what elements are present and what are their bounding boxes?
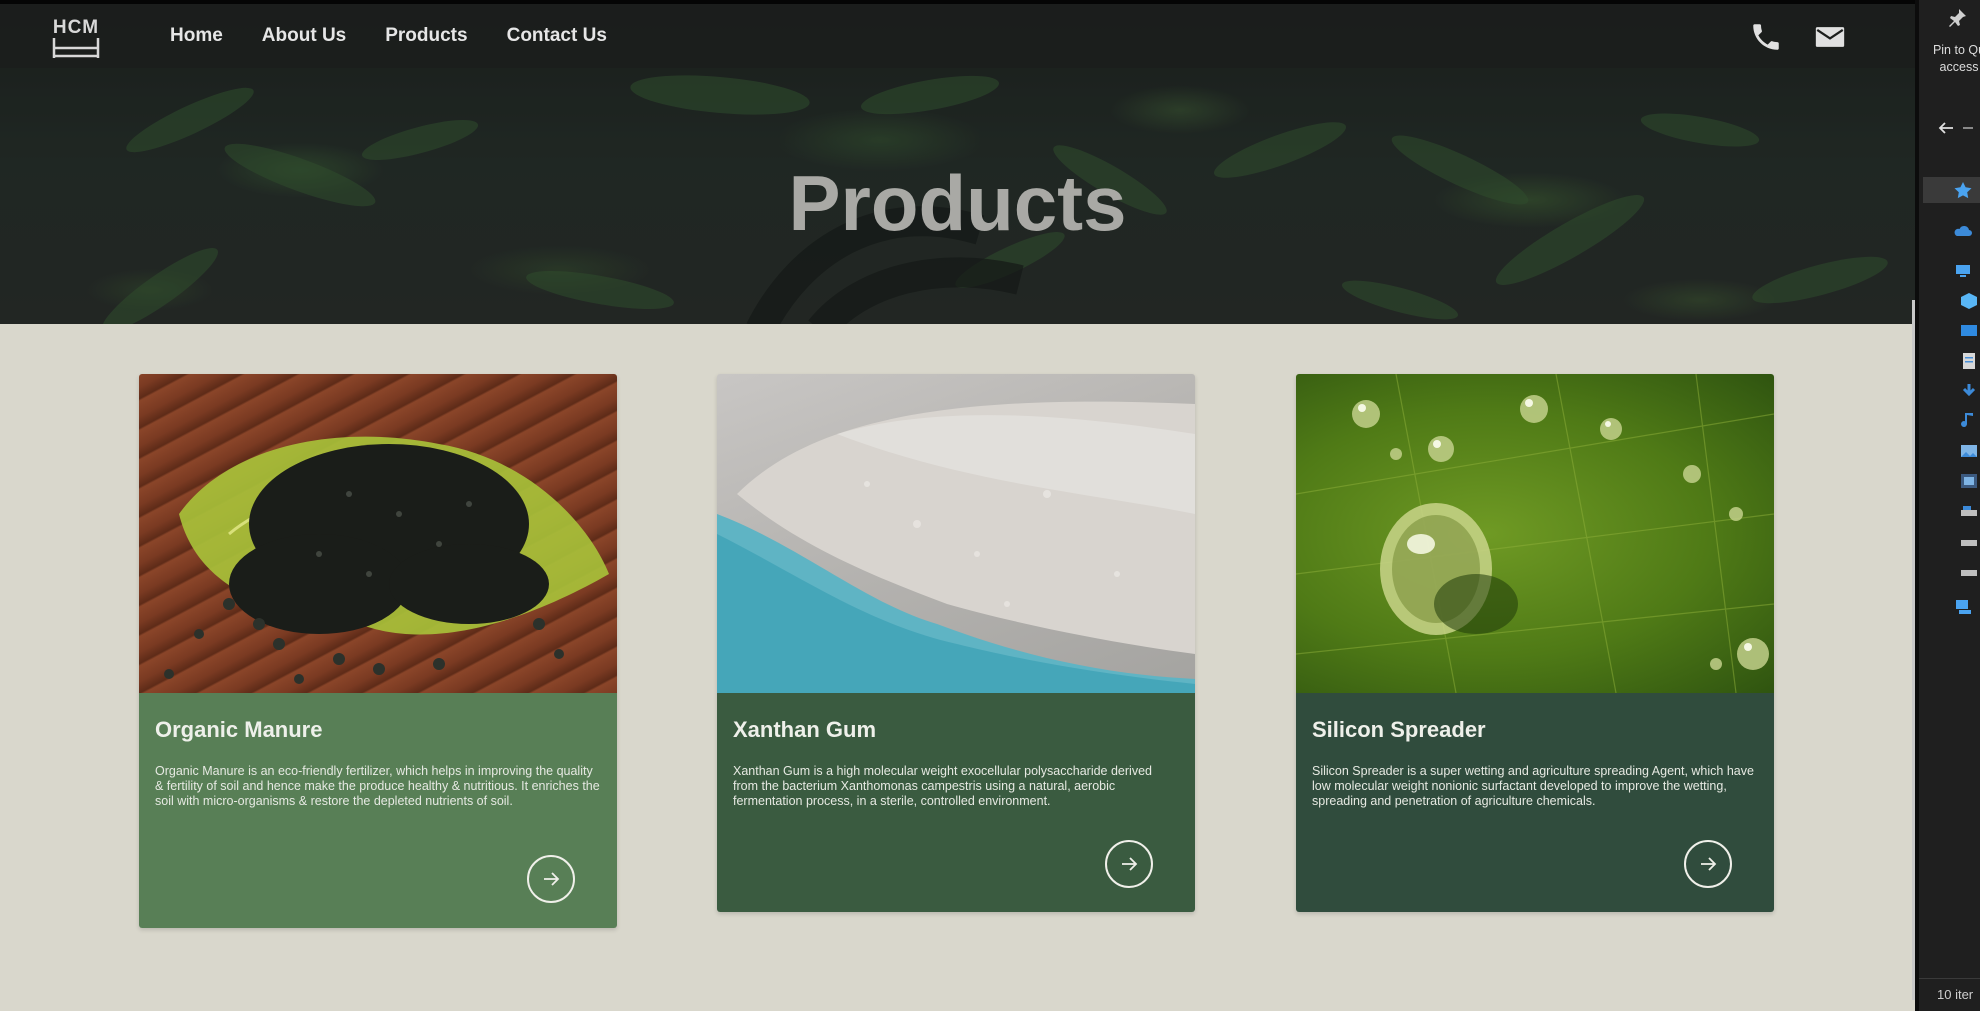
product-image-xanthan-gum	[717, 374, 1195, 693]
desktop-icon[interactable]	[1959, 322, 1979, 340]
logo-text: HCM	[52, 17, 100, 38]
arrow-right-icon	[544, 872, 560, 886]
documents-icon[interactable]	[1959, 352, 1979, 370]
onedrive-icon[interactable]	[1953, 222, 1973, 240]
network-icon[interactable]	[1953, 598, 1973, 616]
drive-icon[interactable]	[1959, 562, 1979, 580]
website-viewport: HCM Home About Us Products Contact Us Pr…	[0, 0, 1915, 1011]
back-arrow-icon[interactable]	[1937, 120, 1955, 136]
pin-icon[interactable]	[1945, 6, 1969, 30]
file-explorer-window: Pin to Qu access 10 iter	[1915, 0, 1980, 1011]
arrow-right-icon	[1701, 857, 1717, 871]
nav-link-home[interactable]: Home	[170, 25, 223, 47]
product-card-body: Xanthan Gum Xanthan Gum is a high molecu…	[717, 693, 1195, 912]
pin-to-quick-access-label[interactable]: Pin to Qu access	[1919, 42, 1980, 76]
downloads-icon[interactable]	[1959, 382, 1979, 400]
videos-icon[interactable]	[1959, 472, 1979, 490]
product-arrow-button[interactable]	[1105, 840, 1153, 888]
music-icon[interactable]	[1959, 412, 1979, 430]
product-card-organic-manure[interactable]: Organic Manure Organic Manure is an eco-…	[139, 374, 617, 928]
nav-link-products[interactable]: Products	[385, 25, 467, 47]
product-description: Organic Manure is an eco-friendly fertil…	[155, 764, 600, 808]
nav-link-contact-us[interactable]: Contact Us	[507, 25, 607, 47]
product-arrow-button[interactable]	[527, 855, 575, 903]
product-image-silicon-spreader	[1296, 374, 1774, 693]
navbar: HCM Home About Us Products Contact Us	[0, 4, 1915, 68]
bed-icon	[52, 38, 100, 58]
status-bar-item-count: 10 iter	[1937, 987, 1974, 1002]
product-card-body: Silicon Spreader Silicon Spreader is a s…	[1296, 693, 1774, 912]
status-divider	[1919, 978, 1980, 979]
forward-arrow-icon[interactable]	[1963, 127, 1973, 129]
product-image-organic-manure	[139, 374, 617, 693]
product-description: Silicon Spreader is a super wetting and …	[1312, 764, 1754, 808]
phone-icon[interactable]	[1748, 20, 1784, 54]
product-title: Xanthan Gum	[733, 717, 877, 742]
drive-icon[interactable]	[1959, 532, 1979, 550]
product-card-silicon-spreader[interactable]: Silicon Spreader Silicon Spreader is a s…	[1296, 374, 1774, 912]
mail-icon[interactable]	[1812, 20, 1848, 54]
nav-links: Home About Us Products Contact Us	[170, 4, 607, 68]
product-card-body: Organic Manure Organic Manure is an eco-…	[139, 693, 617, 928]
product-description: Xanthan Gum is a high molecular weight e…	[733, 764, 1152, 808]
arrow-right-icon	[1122, 857, 1138, 871]
product-title: Silicon Spreader	[1312, 717, 1486, 742]
local-disk-icon[interactable]	[1959, 502, 1979, 520]
page-title: Products	[788, 159, 1127, 247]
site-logo[interactable]: HCM	[50, 18, 102, 60]
hero-banner: HCM Home About Us Products Contact Us Pr…	[0, 0, 1915, 324]
star-icon[interactable]	[1953, 181, 1973, 199]
nav-link-about-us[interactable]: About Us	[262, 25, 346, 47]
product-card-xanthan-gum[interactable]: Xanthan Gum Xanthan Gum is a high molecu…	[717, 374, 1195, 912]
product-title: Organic Manure	[155, 717, 323, 742]
3d-objects-icon[interactable]	[1959, 292, 1979, 310]
this-pc-icon[interactable]	[1953, 262, 1973, 280]
pictures-icon[interactable]	[1959, 442, 1979, 460]
product-arrow-button[interactable]	[1684, 840, 1732, 888]
